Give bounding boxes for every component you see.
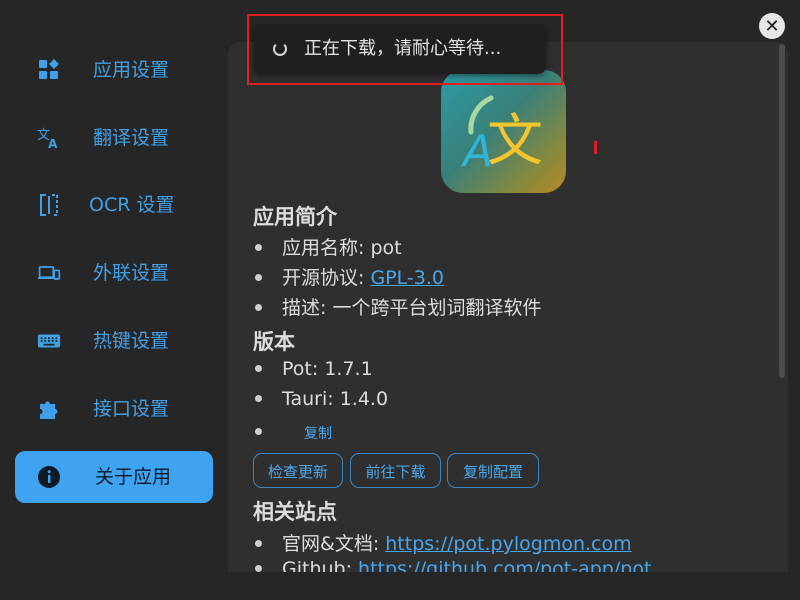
sidebar-item-label: 关于应用 xyxy=(95,466,172,488)
sidebar-item-label: OCR 设置 xyxy=(89,194,175,216)
sidebar-item-external-settings[interactable]: 外联设置 xyxy=(15,247,213,299)
tauri-version-value: 1.4.0 xyxy=(339,388,389,410)
sidebar-item-api-settings[interactable]: 接口设置 xyxy=(15,383,213,435)
bullet xyxy=(255,303,262,311)
close-icon: ✕ xyxy=(764,15,780,37)
bullet xyxy=(255,427,262,435)
goto-download-button[interactable]: 前往下载 xyxy=(350,453,441,488)
license-label: 开源协议: xyxy=(282,267,365,289)
scrollbar[interactable] xyxy=(779,44,785,378)
check-update-button[interactable]: 检查更新 xyxy=(253,453,343,488)
sidebar-item-label: 热键设置 xyxy=(93,330,170,352)
close-button[interactable]: ✕ xyxy=(759,13,785,39)
sidebar: 应用设置 文A 翻译设置 OCR 设置 外联设置 热键设置 接口设置 关于应用 xyxy=(0,0,228,600)
version-heading: 版本 xyxy=(253,330,295,354)
license-link[interactable]: GPL-3.0 xyxy=(370,267,444,289)
bullet xyxy=(255,394,262,402)
app-settings-icon xyxy=(37,58,61,82)
bullet xyxy=(255,564,262,572)
list-item: 复制 xyxy=(253,421,332,443)
sidebar-item-label: 翻译设置 xyxy=(93,127,170,149)
pot-version-value: 1.7.1 xyxy=(324,358,373,380)
list-item: Pot: 1.7.1 xyxy=(253,358,373,380)
github-link[interactable]: https://github.com/pot-app/pot xyxy=(358,558,651,572)
app-name-value: pot xyxy=(370,237,402,259)
sidebar-item-app-settings[interactable]: 应用设置 xyxy=(15,44,213,96)
sidebar-item-about[interactable]: 关于应用 xyxy=(15,451,213,503)
list-item: Tauri: 1.4.0 xyxy=(253,388,388,410)
copy-config-button[interactable]: 复制配置 xyxy=(447,453,539,488)
logo-glyph-wen: 文 xyxy=(487,109,543,174)
devices-icon xyxy=(37,261,61,285)
bullet xyxy=(255,539,262,547)
sites-heading: 相关站点 xyxy=(253,500,337,524)
bullet xyxy=(255,364,262,372)
pot-version-label: Pot: xyxy=(282,358,319,380)
intro-heading: 应用简介 xyxy=(253,205,337,229)
puzzle-icon xyxy=(37,397,61,421)
toast-message: 正在下载，请耐心等待... xyxy=(304,38,502,59)
list-item: 官网&文档: https://pot.pylogmon.com xyxy=(253,529,632,556)
svg-text:A: A xyxy=(48,137,58,151)
app-name-label: 应用名称: xyxy=(282,237,365,259)
list-item: 应用名称: pot xyxy=(253,233,402,260)
keyboard-icon xyxy=(37,329,61,353)
app-logo: A 文 xyxy=(441,70,566,193)
list-item: Github: https://github.com/pot-app/pot xyxy=(253,558,651,572)
github-label: Github: xyxy=(282,558,352,572)
sidebar-item-label: 外联设置 xyxy=(93,262,170,284)
sidebar-item-label: 接口设置 xyxy=(93,398,170,420)
ocr-scan-icon xyxy=(37,193,61,217)
description-label: 描述: xyxy=(282,297,327,319)
sidebar-item-hotkey-settings[interactable]: 热键设置 xyxy=(15,315,213,367)
website-link[interactable]: https://pot.pylogmon.com xyxy=(385,533,631,555)
list-item: 描述: 一个跨平台划词翻译软件 xyxy=(253,293,541,320)
tauri-version-label: Tauri: xyxy=(282,388,334,410)
info-icon xyxy=(37,465,61,489)
description-value: 一个跨平台划词翻译软件 xyxy=(332,297,542,319)
website-label: 官网&文档: xyxy=(282,533,380,555)
bullet xyxy=(255,243,262,251)
sidebar-item-label: 应用设置 xyxy=(93,59,170,81)
sidebar-item-ocr-settings[interactable]: OCR 设置 xyxy=(15,179,213,231)
download-toast: 正在下载，请耐心等待... xyxy=(254,24,546,74)
copy-version-link[interactable]: 复制 xyxy=(304,426,332,442)
bullet xyxy=(255,273,262,281)
clipped-row: Github: https://github.com/pot-app/pot xyxy=(228,555,780,572)
sidebar-item-translate-settings[interactable]: 文A 翻译设置 xyxy=(15,112,213,164)
red-marker xyxy=(594,141,597,154)
translate-icon: 文A xyxy=(37,126,61,151)
loading-spinner-icon xyxy=(273,42,287,56)
list-item: 开源协议: GPL-3.0 xyxy=(253,263,444,290)
